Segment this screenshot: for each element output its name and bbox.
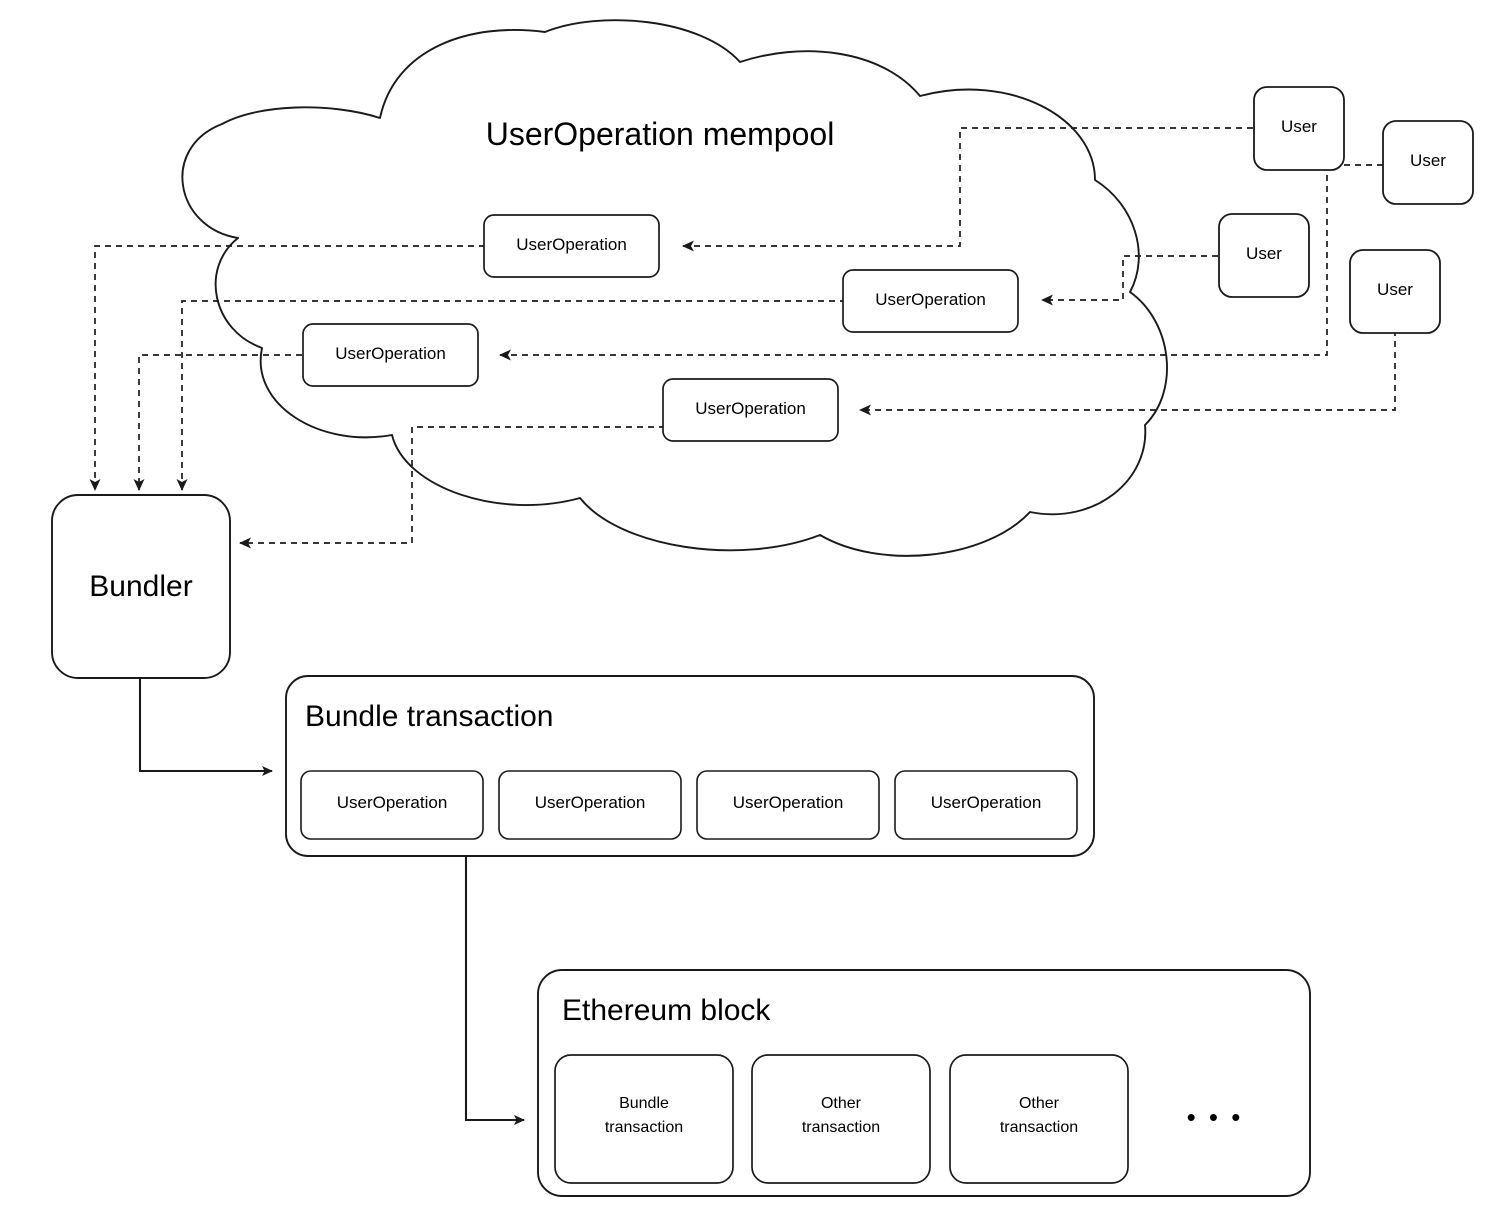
block-tx-box-1[interactable] <box>554 1054 734 1184</box>
mempool-cloud <box>181 19 1168 557</box>
user-box-3[interactable] <box>1218 213 1310 298</box>
bundle-userop-box-1[interactable] <box>300 770 484 840</box>
mempool-userop-box-1[interactable] <box>483 214 660 278</box>
bundle-userop-box-4[interactable] <box>894 770 1078 840</box>
diagram-canvas: UserOperation mempool UserOperation User… <box>0 0 1510 1224</box>
bundle-userop-box-2[interactable] <box>498 770 682 840</box>
user-boxes <box>1218 86 1474 334</box>
user-box-4[interactable] <box>1349 249 1441 334</box>
edge-bundle-to-block <box>464 856 525 1125</box>
mempool-userop-box-4[interactable] <box>662 378 839 442</box>
mempool-userop-box-3[interactable] <box>302 323 479 387</box>
user-box-1[interactable] <box>1253 86 1345 171</box>
block-transaction-boxes <box>554 1054 1129 1184</box>
edge-bundler-to-bundle <box>138 678 273 776</box>
block-tx-box-2[interactable] <box>751 1054 931 1184</box>
bundle-userop-box-3[interactable] <box>696 770 880 840</box>
user-box-2[interactable] <box>1382 120 1474 205</box>
mempool-userop-box-2[interactable] <box>842 269 1019 333</box>
diagram-vector-layer <box>51 19 1474 1197</box>
block-tx-box-3[interactable] <box>949 1054 1129 1184</box>
bundler-box[interactable] <box>51 494 231 679</box>
